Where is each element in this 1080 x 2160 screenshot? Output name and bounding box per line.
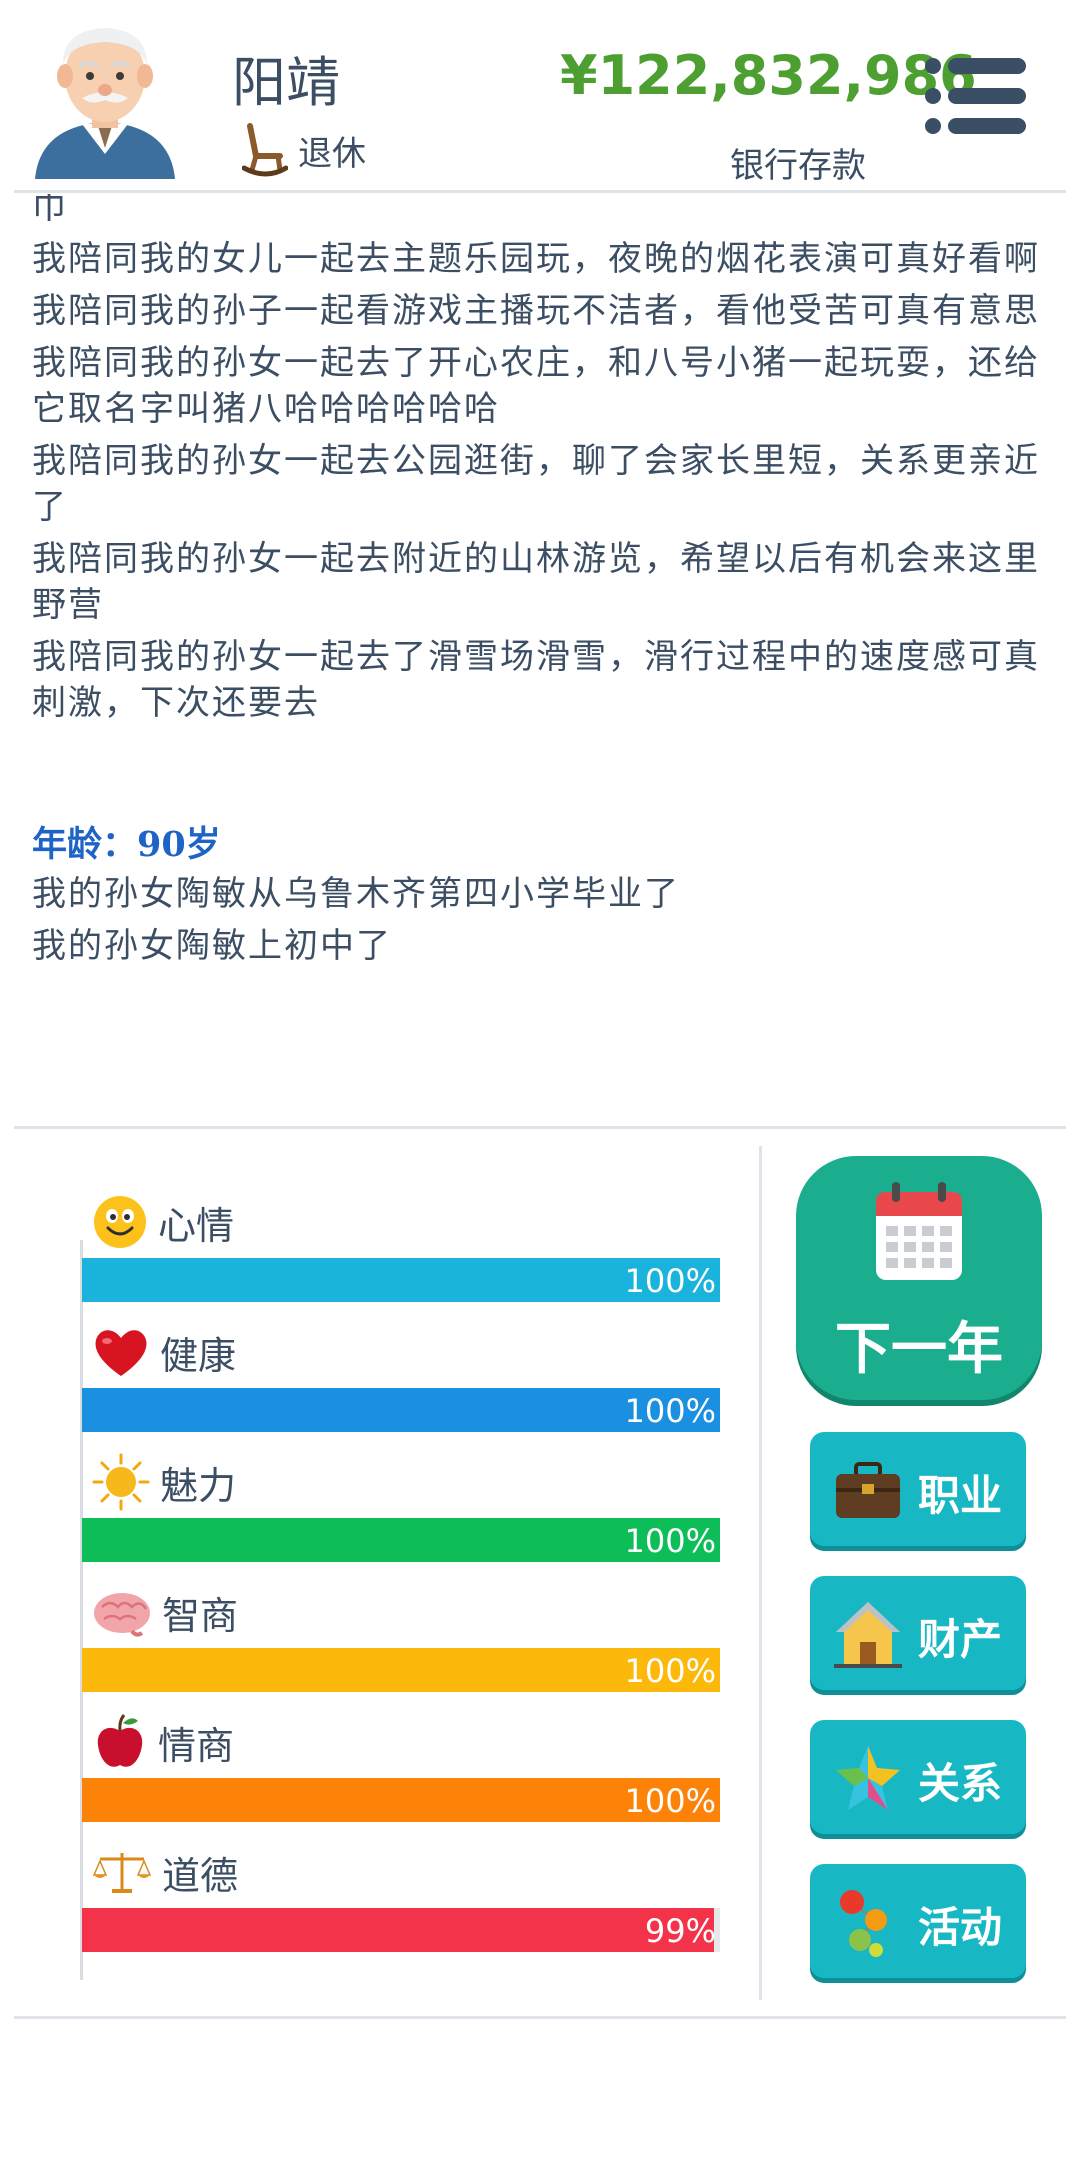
stat-bar: 100%	[82, 1258, 720, 1302]
stat-label: 健康	[160, 1333, 237, 1378]
stat-value: 100%	[624, 1782, 716, 1820]
stat-label: 心情	[158, 1203, 235, 1248]
rocking-chair-icon	[242, 123, 288, 177]
stats-panel: 心情 100% 健康 100% 魅力 100% 智商 100% 情商 100% …	[82, 1192, 722, 1972]
stat-label: 魅力	[160, 1463, 237, 1508]
header: 阳靖 退休 ¥122,832,986 银行存款	[0, 0, 1080, 190]
property-label: 财产	[918, 1615, 1003, 1664]
stat-morality: 道德 99%	[82, 1842, 722, 1972]
house-icon	[834, 1602, 902, 1668]
log-entry: 我陪同我的孙女一起去公园逛街，聊了会家长里短，关系更亲近了	[32, 441, 1040, 527]
log-entry: 我陪同我的孙女一起去附近的山林游览，希望以后有机会来这里野营	[32, 539, 1040, 625]
stat-label: 道德	[162, 1853, 239, 1898]
stat-bar: 100%	[82, 1388, 720, 1432]
activities-button[interactable]: 活动	[810, 1864, 1026, 1978]
career-button[interactable]: 职业	[810, 1432, 1026, 1546]
log-entry: 我的孙女陶敏上初中了	[32, 926, 392, 966]
calendar-icon	[876, 1182, 962, 1280]
scales-icon	[92, 1853, 152, 1893]
bank-balance: ¥122,832,986	[560, 44, 977, 107]
next-year-button[interactable]: 下一年	[796, 1156, 1042, 1400]
activities-label: 活动	[918, 1903, 1003, 1952]
status: 退休	[242, 122, 366, 178]
log-entry: 我陪同我的孙女一起去了开心农庄，和八号小猪一起玩耍，还给它取名字叫猪八哈哈哈哈哈…	[32, 343, 1040, 429]
log-entry: 我的孙女陶敏从乌鲁木齐第四小学毕业了	[32, 874, 680, 914]
stat-value: 100%	[624, 1522, 716, 1560]
next-year-label: 下一年	[835, 1317, 1003, 1382]
stat-health: 健康 100%	[82, 1322, 722, 1452]
log-entry: 我陪同我的孙女一起去了滑雪场滑雪，滑行过程中的速度感可真刺激，下次还要去	[32, 637, 1040, 723]
property-button[interactable]: 财产	[810, 1576, 1026, 1690]
header-divider	[14, 190, 1066, 193]
stat-value: 100%	[624, 1652, 716, 1690]
log-entry: 我陪同我的孙子一起看游戏主播玩不洁者，看他受苦可真有意思	[32, 291, 1040, 331]
menu-button[interactable]	[924, 54, 1028, 138]
star-icon	[836, 1746, 900, 1810]
relations-button[interactable]: 关系	[810, 1720, 1026, 1834]
stat-label: 情商	[158, 1723, 235, 1768]
status-label: 退休	[298, 133, 366, 174]
stat-value: 100%	[624, 1262, 716, 1300]
log-entry: 我陪同我的女儿一起去主题乐园玩，夜晚的烟花表演可真好看啊	[32, 239, 1040, 279]
avatar[interactable]	[30, 14, 180, 179]
stat-mood: 心情 100%	[82, 1192, 722, 1322]
activities-icon	[840, 1890, 887, 1957]
log-entry: 巾	[32, 194, 68, 227]
stat-value: 100%	[624, 1392, 716, 1430]
relations-label: 关系	[918, 1759, 1003, 1808]
stat-iq: 智商 100%	[82, 1582, 722, 1712]
briefcase-icon	[836, 1462, 900, 1518]
stat-bar: 100%	[82, 1778, 720, 1822]
bottom-divider	[14, 2016, 1066, 2019]
stat-eq: 情商 100%	[82, 1712, 722, 1842]
stat-bar-fill	[82, 1908, 714, 1952]
career-label: 职业	[918, 1471, 1003, 1520]
stat-label: 智商	[162, 1593, 239, 1638]
stat-bar: 99%	[82, 1908, 720, 1952]
stat-value: 99%	[644, 1912, 716, 1950]
menu-icon	[925, 58, 1026, 134]
log-divider	[14, 1126, 1066, 1129]
character-name: 阳靖	[232, 51, 340, 114]
stat-charm: 魅力 100%	[82, 1452, 722, 1582]
stat-bar: 100%	[82, 1518, 720, 1562]
brain-icon	[94, 1593, 150, 1637]
age-heading: 年龄：90岁	[32, 824, 221, 865]
sun-icon	[92, 1453, 150, 1511]
life-log[interactable]: 巾 我陪同我的女儿一起去主题乐园玩，夜晚的烟花表演可真好看啊 我陪同我的孙子一起…	[0, 194, 1080, 1118]
panel-separator	[759, 1146, 762, 2000]
smiley-icon	[94, 1196, 146, 1248]
old-man-avatar-icon	[35, 28, 175, 179]
stat-bar: 100%	[82, 1648, 720, 1692]
heart-icon	[95, 1330, 147, 1376]
bank-balance-label: 银行存款	[730, 146, 866, 186]
apple-icon	[97, 1714, 143, 1767]
